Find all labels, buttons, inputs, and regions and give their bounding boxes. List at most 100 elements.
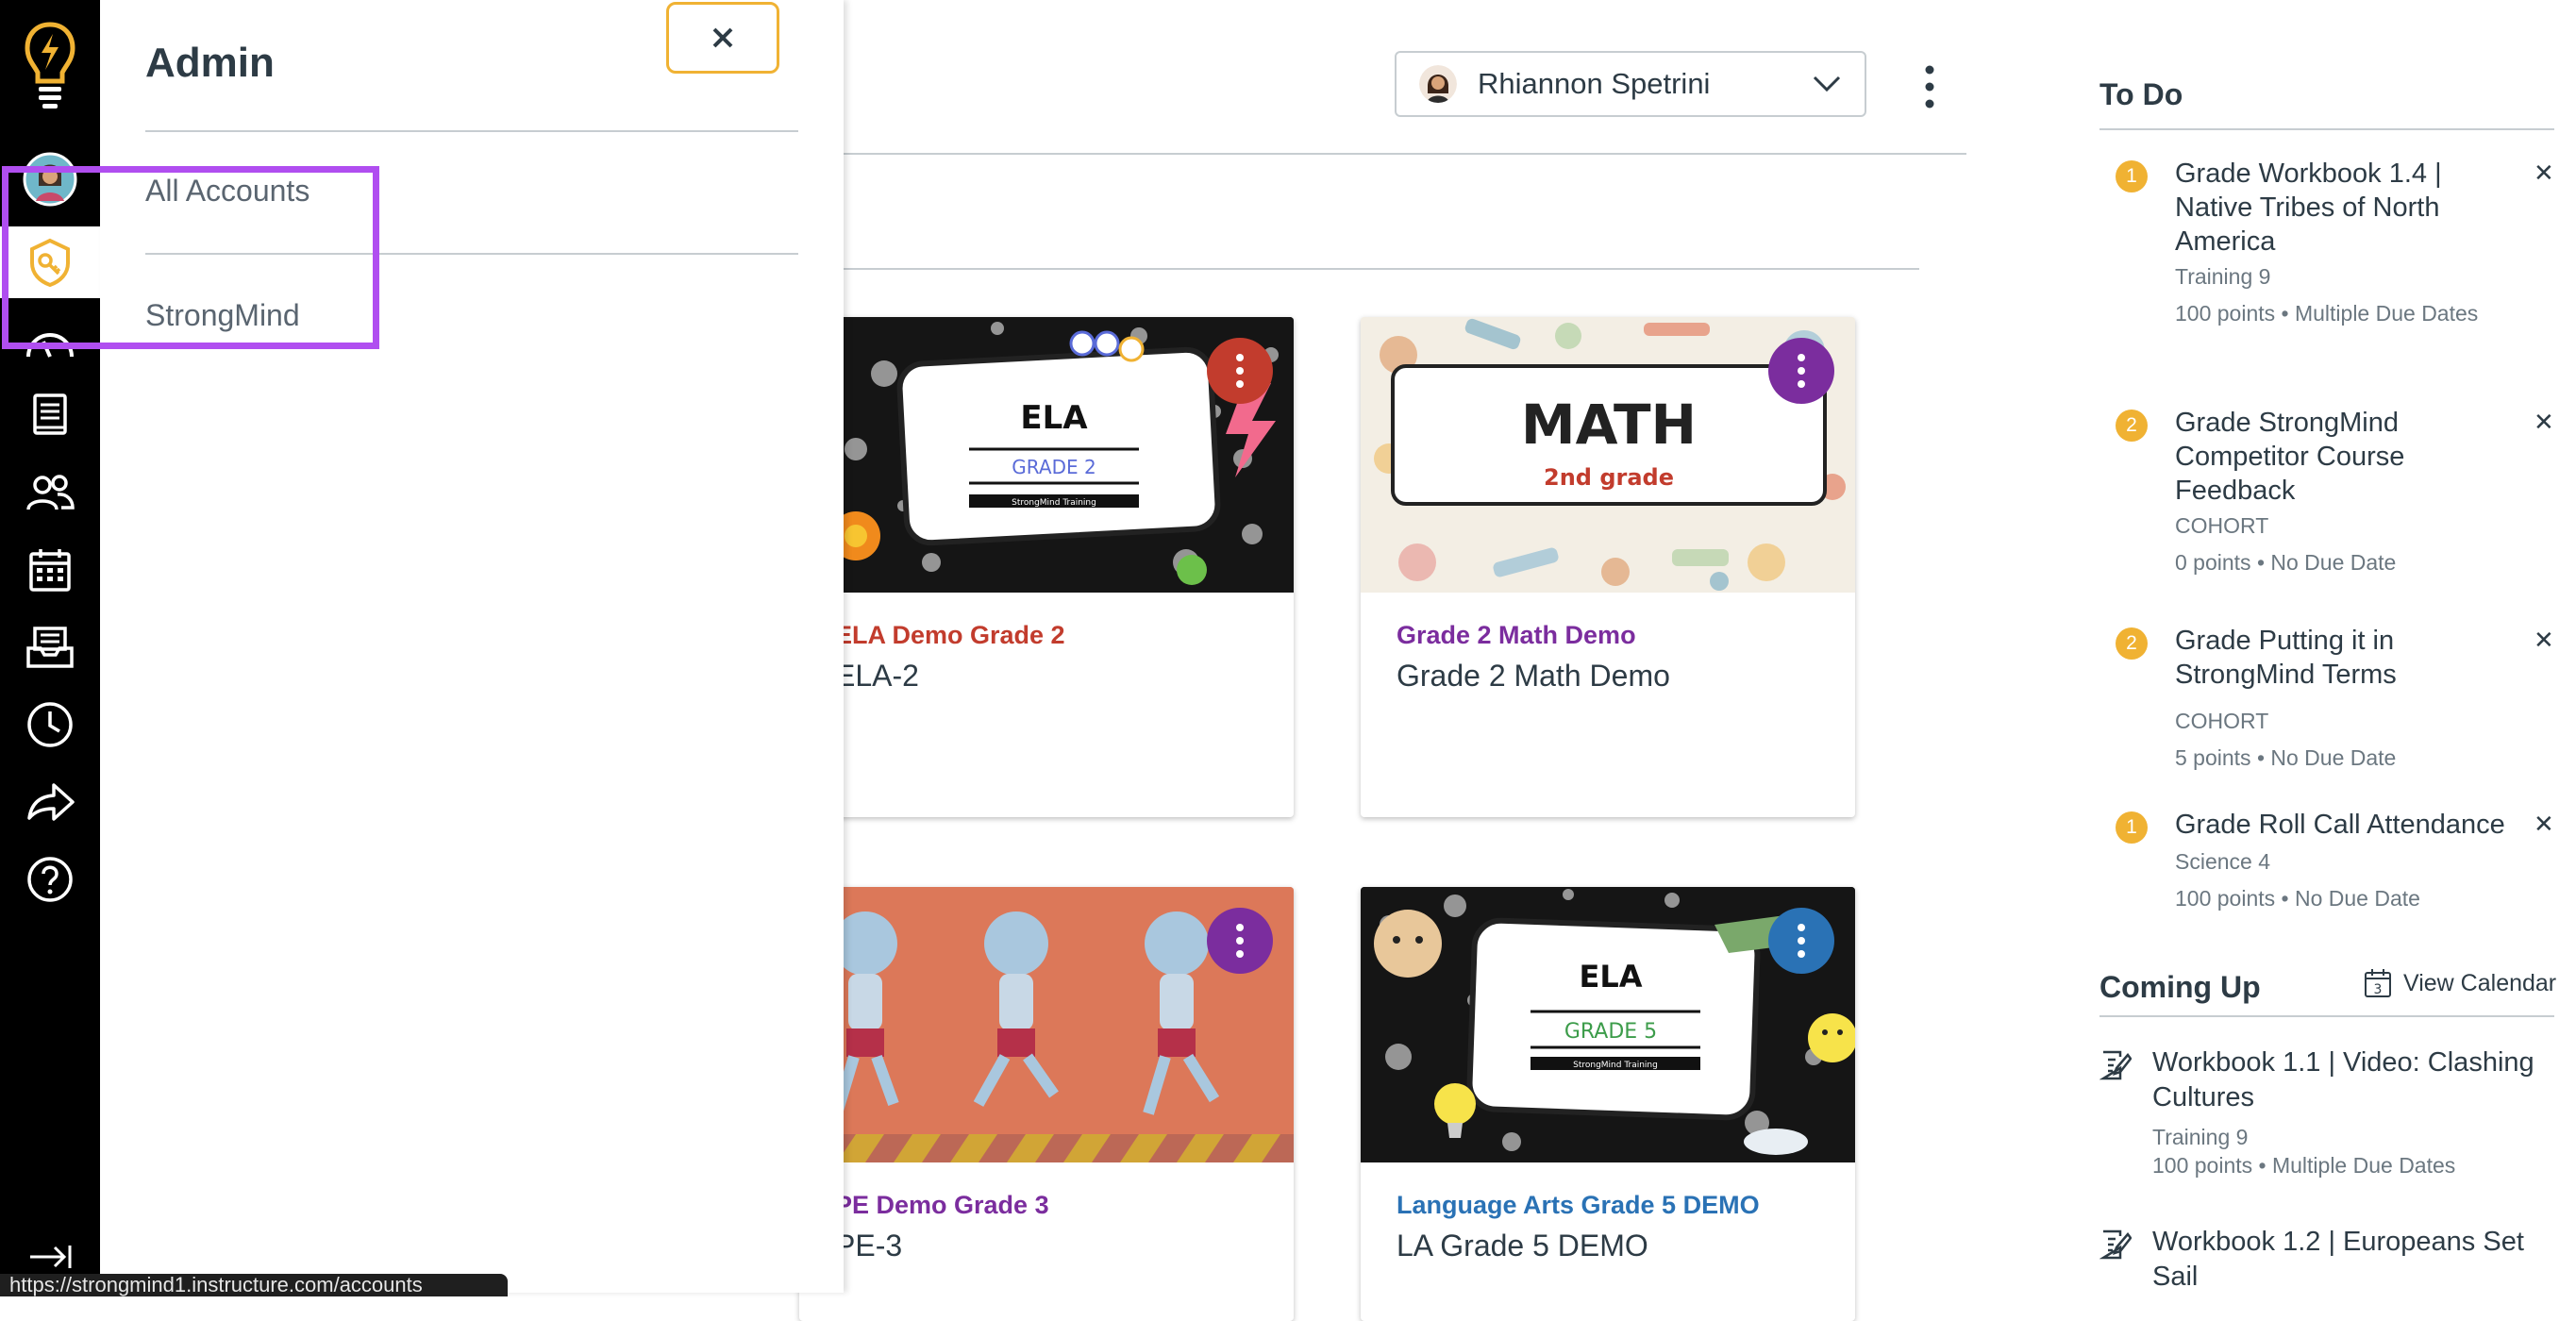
todo-meta: 5 points • No Due Date: [2175, 745, 2397, 770]
course-code: LA Grade 5 DEMO: [1397, 1229, 1648, 1262]
card-options-button[interactable]: [1768, 908, 1834, 974]
nav-calendar[interactable]: [0, 536, 100, 604]
dismiss-icon[interactable]: ✕: [2534, 626, 2554, 655]
todo-meta: 0 points • No Due Date: [2175, 550, 2397, 575]
hero-subtitle: GRADE 2: [1012, 456, 1096, 478]
todo-count-badge: 1: [2116, 160, 2148, 192]
hero-title: MATH: [1521, 393, 1697, 457]
nav-groups[interactable]: [0, 459, 100, 527]
brand-logo[interactable]: [0, 19, 100, 113]
upcoming-title[interactable]: Workbook 1.2 | Europeans Set Sail: [2152, 1225, 2558, 1295]
todo-item[interactable]: 1 Grade Workbook 1.4 | Native Tribes of …: [2099, 157, 2554, 364]
view-calendar-label: View Calendar: [2403, 969, 2557, 996]
groups-icon: [26, 475, 75, 510]
todo-item[interactable]: 1 Grade Roll Call Attendance Science 4 1…: [2099, 808, 2554, 921]
upcoming-course: Training 9: [2152, 1125, 2249, 1149]
upcoming-item[interactable]: Workbook 1.1 | Video: Clashing Cultures …: [2099, 1045, 2562, 1187]
user-name: Rhiannon Spetrini: [1478, 67, 1711, 100]
close-icon: [712, 27, 733, 48]
todo-course: Science 4: [2175, 849, 2271, 874]
assignment-icon: [2099, 1050, 2132, 1080]
course-name[interactable]: Language Arts Grade 5 DEMO: [1397, 1191, 1760, 1220]
more-options-icon[interactable]: [1915, 59, 1944, 115]
todo-course: COHORT: [2175, 513, 2269, 538]
inbox-icon: [26, 627, 74, 668]
course-card[interactable]: ELA GRADE 2 StrongMind Training ELA Demo…: [799, 317, 1294, 817]
section-divider: [844, 268, 1919, 270]
todo-title[interactable]: Grade Workbook 1.4 | Native Tribes of No…: [2175, 157, 2486, 259]
nav-inbox[interactable]: [0, 613, 100, 681]
collapse-arrow-icon: [30, 1246, 72, 1268]
todo-count-badge: 1: [2116, 811, 2148, 844]
view-calendar-link[interactable]: 3 View Calendar: [2364, 968, 2556, 998]
card-options-button[interactable]: [1207, 338, 1273, 404]
user-view-select[interactable]: Rhiannon Spetrini: [1395, 51, 1866, 117]
course-name[interactable]: ELA Demo Grade 2: [835, 621, 1065, 650]
nav-studio[interactable]: [0, 768, 100, 836]
highlight-box: [2, 166, 379, 349]
course-code: PE-3: [835, 1229, 903, 1262]
course-card[interactable]: MATH 2nd grade Grade 2 Math Demo Grade 2…: [1361, 317, 1855, 817]
course-card[interactable]: PE Demo Grade 3 PE-3: [799, 887, 1294, 1321]
more-options-icon: [1236, 354, 1244, 388]
coming-up-divider: [2099, 1015, 2554, 1017]
course-card-image: ELA GRADE 5 StrongMind Training: [1361, 887, 1855, 1162]
todo-meta: 100 points • Multiple Due Dates: [2175, 301, 2479, 326]
course-card-image: ELA GRADE 2 StrongMind Training: [799, 317, 1294, 593]
tray-title: Admin: [145, 40, 275, 86]
upcoming-meta: 100 points • Multiple Due Dates: [2152, 1153, 2456, 1178]
course-name[interactable]: Grade 2 Math Demo: [1397, 621, 1636, 650]
more-options-icon: [1236, 924, 1244, 958]
todo-title[interactable]: Grade StrongMind Competitor Course Feedb…: [2175, 406, 2486, 508]
help-icon: [27, 857, 73, 902]
todo-title[interactable]: Grade Roll Call Attendance: [2175, 808, 2543, 842]
chevron-down-icon: [1813, 75, 1841, 92]
course-card[interactable]: ELA GRADE 5 StrongMind Training Language…: [1361, 887, 1855, 1321]
course-card-image: MATH 2nd grade: [1361, 317, 1855, 593]
todo-count-badge: 2: [2116, 410, 2148, 442]
close-tray-button[interactable]: [666, 2, 779, 74]
coming-up-heading: Coming Up: [2099, 970, 2261, 1004]
more-options-icon: [1798, 354, 1805, 388]
assignment-icon: [2099, 1229, 2132, 1260]
dismiss-icon[interactable]: ✕: [2534, 159, 2554, 188]
nav-help[interactable]: [0, 845, 100, 913]
nav-collapse[interactable]: [0, 1238, 100, 1276]
nav-courses[interactable]: [0, 381, 100, 449]
clock-icon: [27, 702, 73, 747]
dismiss-icon[interactable]: ✕: [2534, 810, 2554, 839]
user-avatar: [1419, 65, 1457, 103]
lightbulb-logo-icon: [25, 22, 75, 109]
hero-tag: StrongMind Training: [1012, 498, 1096, 508]
more-options-icon: [1798, 924, 1805, 958]
card-options-button[interactable]: [1768, 338, 1834, 404]
hero-title: ELA: [1579, 959, 1642, 995]
course-code: Grade 2 Math Demo: [1397, 659, 1670, 693]
card-options-button[interactable]: [1207, 908, 1273, 974]
hero-title: ELA: [1020, 399, 1088, 437]
todo-item[interactable]: 2 Grade StrongMind Competitor Course Fee…: [2099, 406, 2554, 576]
todo-title[interactable]: Grade Putting it in StrongMind Terms: [2175, 624, 2486, 692]
todo-count-badge: 2: [2116, 627, 2148, 660]
calendar-day: 3: [2374, 982, 2383, 997]
course-name[interactable]: PE Demo Grade 3: [835, 1191, 1049, 1220]
todo-heading: To Do: [2099, 77, 2183, 111]
calendar-icon: [29, 549, 71, 592]
header-divider: [844, 153, 1966, 155]
upcoming-item[interactable]: Workbook 1.2 | Europeans Set Sail: [2099, 1225, 2562, 1293]
todo-divider: [2099, 128, 2554, 130]
book-icon: [33, 393, 67, 435]
hero-subtitle: GRADE 5: [1564, 1020, 1657, 1044]
todo-item[interactable]: 2 Grade Putting it in StrongMind Terms C…: [2099, 624, 2554, 770]
calendar-icon: 3: [2365, 969, 2391, 997]
course-card-image: [799, 887, 1294, 1162]
todo-course: COHORT: [2175, 709, 2269, 733]
dismiss-icon[interactable]: ✕: [2534, 408, 2554, 437]
tray-divider: [145, 130, 798, 132]
status-url: https://strongmind1.instructure.com/acco…: [0, 1274, 508, 1296]
todo-course: Training 9: [2175, 264, 2271, 289]
upcoming-title[interactable]: Workbook 1.1 | Video: Clashing Cultures: [2152, 1045, 2558, 1115]
nav-history[interactable]: [0, 691, 100, 759]
course-code: ELA-2: [835, 659, 919, 693]
todo-meta: 100 points • No Due Date: [2175, 886, 2420, 911]
